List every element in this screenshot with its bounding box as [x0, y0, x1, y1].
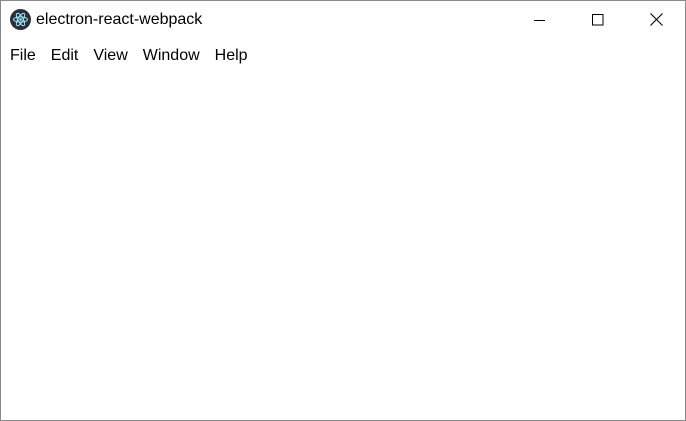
window-controls [511, 1, 685, 38]
menu-bar: File Edit View Window Help [1, 38, 685, 74]
maximize-icon [592, 13, 604, 25]
minimize-icon [534, 19, 545, 21]
menu-edit[interactable]: Edit [43, 38, 86, 74]
app-window: electron-react-webpack File Edit View Wi… [0, 0, 686, 421]
close-button[interactable] [627, 1, 685, 38]
app-content-area [1, 74, 685, 420]
close-icon [649, 13, 663, 26]
minimize-button[interactable] [511, 1, 569, 38]
menu-window[interactable]: Window [135, 38, 207, 74]
window-title: electron-react-webpack [36, 11, 203, 28]
electron-icon [10, 9, 31, 30]
menu-help[interactable]: Help [207, 38, 255, 74]
menu-view[interactable]: View [85, 38, 134, 74]
title-bar[interactable]: electron-react-webpack [1, 1, 685, 38]
menu-file[interactable]: File [2, 38, 43, 74]
maximize-button[interactable] [569, 1, 627, 38]
